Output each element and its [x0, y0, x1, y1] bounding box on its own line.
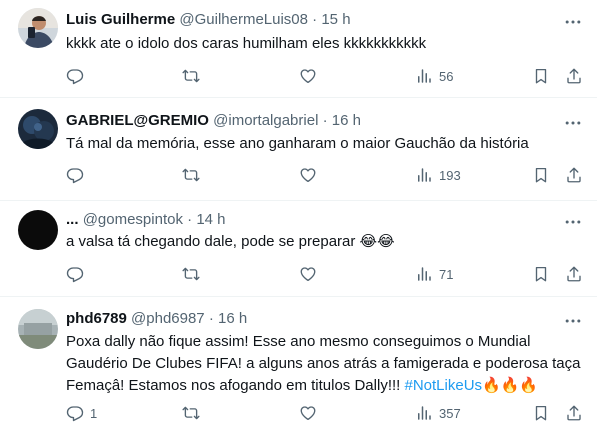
reply-icon	[66, 265, 84, 283]
emoji-text: 🔥🔥🔥	[482, 377, 539, 394]
display-name[interactable]: Luis Guilherme	[66, 11, 175, 28]
like-icon	[299, 166, 317, 184]
like-icon	[299, 265, 317, 283]
views-button[interactable]: 56	[415, 66, 453, 86]
user-handle[interactable]: @imortalgabriel	[213, 112, 318, 129]
bookmark-button[interactable]	[532, 165, 550, 185]
tweet-text: Tá mal da memória, esse ano ganharam o m…	[66, 135, 529, 152]
separator: ·	[187, 211, 193, 228]
display-name[interactable]: phd6789	[66, 310, 127, 327]
action-bar: 193	[58, 165, 590, 185]
display-name[interactable]: ...	[66, 211, 79, 228]
views-count: 193	[439, 167, 461, 183]
bookmark-button[interactable]	[532, 66, 550, 86]
bookmark-icon	[532, 404, 550, 422]
timestamp[interactable]: 16 h	[218, 310, 247, 327]
share-icon	[565, 166, 583, 184]
separator: ·	[208, 310, 214, 327]
emoji-text: 😂😂	[359, 233, 395, 250]
avatar[interactable]	[18, 109, 58, 149]
like-icon	[299, 404, 317, 422]
repost-button[interactable]	[182, 66, 206, 86]
repost-button[interactable]	[182, 165, 206, 185]
separator: ·	[322, 112, 328, 129]
tweet-text-line: Gaudério De Clubes FIFA! a alguns anos a…	[66, 355, 581, 372]
like-button[interactable]	[299, 66, 323, 86]
tweet-text: a valsa tá chegando dale, pode se prepar…	[66, 233, 395, 250]
bookmark-button[interactable]	[532, 403, 550, 423]
more-icon[interactable]	[563, 12, 583, 32]
user-handle[interactable]: @gomespintok	[83, 211, 183, 228]
tweet-header: GABRIEL@GREMIO @imortalgabriel · 16 h	[66, 112, 361, 129]
reply-button[interactable]: 1	[66, 403, 97, 423]
reply-icon	[66, 67, 84, 85]
repost-icon	[182, 265, 200, 283]
hashtag-link[interactable]: #NotLikeUs	[405, 377, 483, 394]
reply-button[interactable]	[66, 165, 90, 185]
share-button[interactable]	[565, 403, 583, 423]
views-count: 71	[439, 266, 454, 282]
views-icon	[415, 67, 433, 85]
tweet-text: Poxa dally não fique assim! Esse ano mes…	[66, 331, 586, 397]
like-button[interactable]	[299, 165, 323, 185]
bookmark-icon	[532, 265, 550, 283]
action-bar: 1 357	[58, 403, 590, 423]
reply-icon	[66, 404, 84, 422]
avatar[interactable]	[18, 210, 58, 250]
more-icon[interactable]	[563, 113, 583, 133]
tweet-header: Luis Guilherme @GuilhermeLuis08 · 15 h	[66, 11, 351, 28]
views-icon	[415, 265, 433, 283]
reply-button[interactable]	[66, 66, 90, 86]
views-button[interactable]: 193	[415, 165, 461, 185]
like-icon	[299, 67, 317, 85]
repost-icon	[182, 166, 200, 184]
share-button[interactable]	[565, 66, 583, 86]
more-icon[interactable]	[563, 212, 583, 232]
views-button[interactable]: 71	[415, 264, 453, 284]
tweet[interactable]: ... @gomespintok · 14 h a valsa tá chega…	[0, 201, 597, 297]
tweet[interactable]: phd6789 @phd6987 · 16 h Poxa dally não f…	[0, 297, 597, 434]
timestamp[interactable]: 15 h	[321, 11, 350, 28]
bookmark-icon	[532, 166, 550, 184]
views-icon	[415, 166, 433, 184]
bookmark-button[interactable]	[532, 264, 550, 284]
share-icon	[565, 404, 583, 422]
views-icon	[415, 404, 433, 422]
avatar[interactable]	[18, 8, 58, 48]
tweet-text: kkkk ate o idolo dos caras humilham eles…	[66, 35, 427, 52]
views-button[interactable]: 357	[415, 403, 461, 423]
bookmark-icon	[532, 67, 550, 85]
timestamp[interactable]: 14 h	[196, 211, 225, 228]
reply-button[interactable]	[66, 264, 90, 284]
user-handle[interactable]: @GuilhermeLuis08	[179, 11, 308, 28]
tweet[interactable]: Luis Guilherme @GuilhermeLuis08 · 15 h k…	[0, 0, 597, 98]
repost-icon	[182, 404, 200, 422]
user-handle[interactable]: @phd6987	[131, 310, 205, 327]
reply-count: 1	[90, 405, 98, 421]
tweet-text-line: Femaçâ! Estamos nos afogando em titulos …	[66, 377, 539, 394]
action-bar: 71	[58, 264, 590, 284]
tweet-header: ... @gomespintok · 14 h	[66, 211, 226, 228]
repost-icon	[182, 67, 200, 85]
tweet-header: phd6789 @phd6987 · 16 h	[66, 310, 247, 327]
timestamp[interactable]: 16 h	[332, 112, 361, 129]
tweet-text-line: Poxa dally não fique assim! Esse ano mes…	[66, 333, 531, 350]
views-count: 56	[439, 68, 454, 84]
repost-button[interactable]	[182, 403, 206, 423]
reply-icon	[66, 166, 84, 184]
views-count: 357	[439, 405, 461, 421]
action-bar: 56	[58, 66, 590, 86]
more-icon[interactable]	[563, 311, 583, 331]
tweet[interactable]: GABRIEL@GREMIO @imortalgabriel · 16 h Tá…	[0, 98, 597, 201]
avatar[interactable]	[18, 309, 58, 349]
like-button[interactable]	[299, 264, 323, 284]
share-button[interactable]	[565, 165, 583, 185]
share-button[interactable]	[565, 264, 583, 284]
share-icon	[565, 67, 583, 85]
display-name[interactable]: GABRIEL@GREMIO	[66, 112, 209, 129]
like-button[interactable]	[299, 403, 323, 423]
separator: ·	[312, 11, 318, 28]
share-icon	[565, 265, 583, 283]
repost-button[interactable]	[182, 264, 206, 284]
